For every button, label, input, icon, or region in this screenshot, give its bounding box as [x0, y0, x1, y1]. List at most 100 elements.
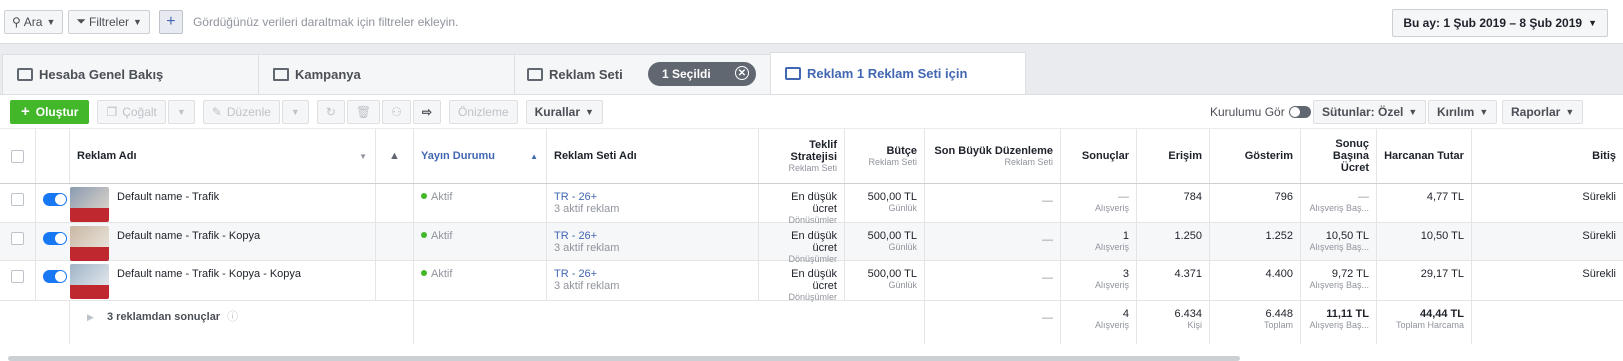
header-warnings[interactable]: ▲	[376, 129, 414, 183]
chevron-down-icon: ▼	[585, 106, 594, 117]
bid-strategy: En düşük ücret	[791, 230, 837, 254]
overview-icon	[17, 68, 33, 81]
header-adset-name[interactable]: Reklam Seti Adı	[547, 129, 759, 183]
search-button[interactable]: ⚲ Ara ▼	[4, 9, 64, 34]
ad-thumbnail[interactable]	[70, 226, 109, 261]
column-label: Gösterim	[1244, 150, 1293, 162]
column-label: Teklif Stratejisi	[790, 139, 837, 163]
trash-icon: 🗑	[355, 104, 372, 119]
results: —	[1118, 191, 1129, 203]
row-checkbox[interactable]	[11, 270, 24, 283]
edit-menu-button[interactable]: ▼	[281, 99, 309, 124]
ad-toggle[interactable]	[43, 193, 67, 206]
select-all-checkbox[interactable]	[11, 149, 24, 163]
header-last-edit[interactable]: Son Büyük Düzenleme Reklam Seti	[925, 129, 1061, 183]
review-button[interactable]: ⇨	[412, 99, 441, 124]
column-label: Başına Ücret	[1332, 150, 1369, 174]
duplicate-label: Çoğalt	[122, 104, 157, 119]
breakdown-button[interactable]: Kırılım ▼	[1428, 100, 1498, 124]
info-icon[interactable]: ⓘ	[227, 311, 238, 323]
amount-spent: 10,50 TL	[1420, 230, 1464, 242]
table-row[interactable]: Default name - Trafik - Kopya - Kopya Ak…	[0, 261, 1623, 302]
ad-toggle[interactable]	[43, 232, 67, 245]
end-date: Sürekli	[1582, 191, 1616, 203]
preview-button[interactable]: Önizleme	[448, 99, 518, 124]
chevron-down-icon: ▼	[290, 106, 300, 117]
filters-button[interactable]: ⏷ Filtreler ▼	[68, 9, 150, 34]
table-row[interactable]: Default name - Trafik Aktif TR - 26+ 3 a…	[0, 184, 1623, 225]
reach: 4.371	[1174, 268, 1202, 280]
header-reach[interactable]: Erişim	[1137, 129, 1210, 183]
expand-icon[interactable]: ▶	[87, 312, 94, 322]
adset-link[interactable]: TR - 26+	[554, 191, 751, 203]
column-label: Erişim	[1168, 150, 1202, 162]
table-row[interactable]: Default name - Trafik - Kopya Aktif TR -…	[0, 223, 1623, 264]
budget: 500,00 TL	[867, 191, 917, 203]
add-filter-button[interactable]: +	[158, 9, 183, 34]
duplicate-button[interactable]: ❐ Çoğalt	[97, 99, 166, 124]
tab-account-overview[interactable]: Hesaba Genel Bakış	[2, 54, 264, 94]
columns-button[interactable]: Sütunlar: Özel ▼	[1313, 100, 1427, 124]
clear-selection-icon[interactable]: ✕	[735, 66, 749, 80]
preview-label: Önizleme	[457, 104, 509, 119]
amount-spent: 4,77 TL	[1426, 191, 1464, 203]
horizontal-scrollbar[interactable]	[8, 356, 1240, 361]
row-checkbox[interactable]	[11, 193, 24, 206]
search-icon: ⚲	[12, 14, 21, 29]
chevron-down-icon[interactable]: ▼	[359, 152, 367, 161]
end-date: Sürekli	[1582, 230, 1616, 242]
summary-label: 3 reklamdan sonuçlar	[106, 311, 221, 323]
header-bid-strategy[interactable]: Teklif Stratejisi Reklam Seti	[759, 129, 845, 183]
header-budget[interactable]: Bütçe Reklam Seti	[845, 129, 925, 183]
tab-campaign[interactable]: Kampanya	[258, 54, 520, 94]
ad-name[interactable]: Default name - Trafik	[117, 191, 219, 203]
ad-icon	[785, 67, 801, 80]
audience-button[interactable]: ⚇	[382, 99, 411, 124]
summary-last-edit: —	[1042, 312, 1053, 324]
reports-button[interactable]: Raporlar ▼	[1502, 100, 1584, 124]
view-setup-toggle[interactable]: Kurulumu Gör	[1210, 100, 1311, 124]
ad-name[interactable]: Default name - Trafik - Kopya - Kopya	[117, 268, 301, 280]
adset-link[interactable]: TR - 26+	[554, 230, 751, 242]
column-label: Harcanan Tutar	[1384, 150, 1464, 162]
reach: 1.250	[1174, 230, 1202, 242]
rules-button[interactable]: Kurallar ▼	[525, 99, 603, 124]
duplicate-icon: ❐	[106, 104, 118, 119]
header-impressions[interactable]: Gösterim	[1210, 129, 1301, 183]
ad-name[interactable]: Default name - Trafik - Kopya	[117, 230, 260, 242]
impressions: 4.400	[1265, 268, 1293, 280]
column-label: Bitiş	[1592, 150, 1616, 162]
plus-icon: +	[166, 12, 176, 30]
header-delivery[interactable]: Yayın Durumu ▲	[414, 129, 547, 183]
ad-thumbnail[interactable]	[70, 264, 109, 299]
header-spent[interactable]: Harcanan Tutar	[1377, 129, 1472, 183]
filters-label: Filtreler	[89, 14, 130, 29]
refresh-button[interactable]: ↻	[316, 99, 345, 124]
ad-thumbnail[interactable]	[70, 187, 109, 222]
edit-button[interactable]: ✎ Düzenle	[202, 99, 280, 124]
header-ends[interactable]: Bitiş	[1472, 129, 1623, 183]
level-tabs: Hesaba Genel Bakış Kampanya Reklam Seti …	[0, 52, 1623, 94]
toggle-switch[interactable]	[1288, 106, 1311, 118]
tab-ads[interactable]: Reklam 1 Reklam Seti için	[770, 52, 1026, 94]
reports-label: Raporlar	[1511, 105, 1561, 119]
adset-link[interactable]: TR - 26+	[554, 268, 751, 280]
results-sub: Alışveriş	[1094, 242, 1129, 252]
budget: 500,00 TL	[867, 230, 917, 242]
ad-toggle[interactable]	[43, 270, 67, 283]
header-cost-per-result[interactable]: Sonuç Başına Ücret	[1301, 129, 1377, 183]
duplicate-menu-button[interactable]: ▼	[167, 99, 195, 124]
create-button[interactable]: + Oluştur	[10, 99, 90, 124]
header-results[interactable]: Sonuçlar	[1061, 129, 1137, 183]
selected-pill[interactable]: 1 Seçildi ✕	[648, 62, 756, 86]
summary-spent: 44,44 TL	[1419, 308, 1464, 320]
date-range-button[interactable]: Bu ay: 1 Şub 2019 – 8 Şub 2019 ▼	[1392, 9, 1608, 37]
cost-per-result: —	[1358, 191, 1369, 203]
bid-strategy: En düşük ücret	[791, 191, 837, 215]
delivery-status: Aktif	[431, 230, 453, 242]
delete-button[interactable]: 🗑	[346, 99, 381, 124]
adset-sub: 3 aktif reklam	[554, 203, 620, 215]
row-checkbox[interactable]	[11, 232, 24, 245]
header-ad-name[interactable]: Reklam Adı ▼	[70, 129, 376, 183]
summary-results-sub: Alışveriş	[1094, 320, 1129, 330]
